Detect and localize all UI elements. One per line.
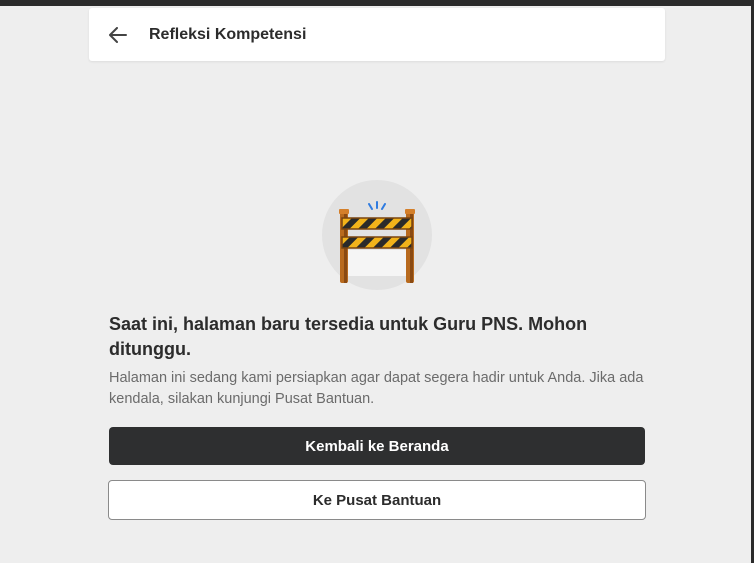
message-description: Halaman ini sedang kami persiapkan agar … [109,370,644,407]
page-title: Refleksi Kompetensi [149,25,307,43]
window-top-edge [0,0,754,6]
help-center-button[interactable]: Ke Pusat Bantuan [108,480,646,520]
arrow-left-icon [109,26,127,43]
back-to-home-button[interactable]: Kembali ke Beranda [109,427,645,465]
road-barrier-icon [339,201,415,283]
page-header: Refleksi Kompetensi [89,8,665,61]
under-construction-illustration [322,180,432,290]
message-title: Saat ini, halaman baru tersedia untuk Gu… [109,314,588,359]
back-button[interactable] [106,23,130,47]
